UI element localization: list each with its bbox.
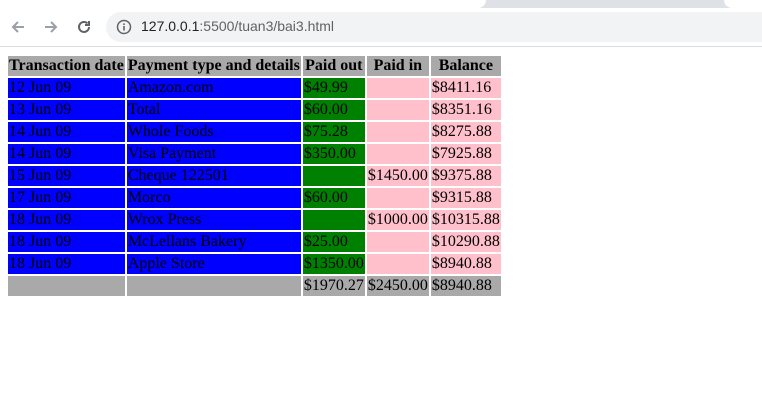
address-bar[interactable]: 127.0.0.1:5500/tuan3/bai3.html bbox=[106, 12, 762, 42]
cell-balance: $8351.16 bbox=[430, 100, 501, 120]
cell-paid-in bbox=[366, 232, 429, 252]
info-icon[interactable] bbox=[116, 19, 132, 35]
cell-paid-in bbox=[366, 100, 429, 120]
table-row: 12 Jun 09 Amazon.com $49.99 $8411.16 bbox=[8, 78, 501, 98]
cell-date: 18 Jun 09 bbox=[8, 232, 125, 252]
cell-details: Morco bbox=[126, 188, 301, 208]
cell-paid-out bbox=[302, 210, 365, 230]
cell-balance: $8275.88 bbox=[430, 122, 501, 142]
cell-total-details bbox=[126, 276, 301, 296]
cell-balance: $9375.88 bbox=[430, 166, 501, 186]
cell-date: 17 Jun 09 bbox=[8, 188, 125, 208]
cell-total-paid-in: $2450.00 bbox=[366, 276, 429, 296]
tab-strip bbox=[0, 0, 762, 8]
cell-total-date bbox=[8, 276, 125, 296]
cell-date: 18 Jun 09 bbox=[8, 210, 125, 230]
table-row: 15 Jun 09 Cheque 122501 $1450.00 $9375.8… bbox=[8, 166, 501, 186]
cell-paid-in bbox=[366, 78, 429, 98]
cell-paid-out: $49.99 bbox=[302, 78, 365, 98]
table-row: 18 Jun 09 Wrox Press $1000.00 $10315.88 bbox=[8, 210, 501, 230]
cell-paid-out bbox=[302, 166, 365, 186]
table-row: 14 Jun 09 Whole Foods $75.28 $8275.88 bbox=[8, 122, 501, 142]
browser-toolbar: 127.0.0.1:5500/tuan3/bai3.html bbox=[0, 8, 762, 46]
reload-icon bbox=[78, 20, 90, 33]
cell-total-balance: $8940.88 bbox=[430, 276, 501, 296]
cell-date: 15 Jun 09 bbox=[8, 166, 125, 186]
header-payment-details: Payment type and details bbox=[126, 56, 301, 76]
cell-details: Whole Foods bbox=[126, 122, 301, 142]
url-text[interactable]: 127.0.0.1:5500/tuan3/bai3.html bbox=[141, 18, 334, 34]
cell-paid-in bbox=[366, 144, 429, 164]
back-button[interactable] bbox=[8, 17, 28, 37]
arrow-right-icon bbox=[45, 21, 58, 33]
cell-date: 13 Jun 09 bbox=[8, 100, 125, 120]
cell-balance: $9315.88 bbox=[430, 188, 501, 208]
cell-details: McLellans Bakery bbox=[126, 232, 301, 252]
active-tab[interactable] bbox=[0, 0, 486, 8]
url-path: :5500/tuan3/bai3.html bbox=[199, 18, 335, 34]
forward-button[interactable] bbox=[41, 17, 61, 37]
cell-balance: $7925.88 bbox=[430, 144, 501, 164]
transactions-table: Transaction date Payment type and detail… bbox=[6, 54, 503, 298]
cell-details: Total bbox=[126, 100, 301, 120]
cell-details: Amazon.com bbox=[126, 78, 301, 98]
new-tab-area[interactable] bbox=[724, 0, 762, 8]
url-host: 127.0.0.1 bbox=[141, 18, 200, 34]
cell-details: Wrox Press bbox=[126, 210, 301, 230]
cell-balance: $8940.88 bbox=[430, 254, 501, 274]
cell-date: 14 Jun 09 bbox=[8, 122, 125, 142]
cell-date: 14 Jun 09 bbox=[8, 144, 125, 164]
table-row: 18 Jun 09 Apple Store $1350.00 $8940.88 bbox=[8, 254, 501, 274]
header-paid-out: Paid out bbox=[302, 56, 365, 76]
cell-date: 18 Jun 09 bbox=[8, 254, 125, 274]
cell-total-paid-out: $1970.27 bbox=[302, 276, 365, 296]
header-row: Transaction date Payment type and detail… bbox=[8, 56, 501, 76]
table-row: 17 Jun 09 Morco $60.00 $9315.88 bbox=[8, 188, 501, 208]
cell-paid-out: $25.00 bbox=[302, 232, 365, 252]
table-row: 14 Jun 09 Visa Payment $350.00 $7925.88 bbox=[8, 144, 501, 164]
header-balance: Balance bbox=[430, 56, 501, 76]
cell-paid-out: $75.28 bbox=[302, 122, 365, 142]
cell-balance: $10290.88 bbox=[430, 232, 501, 252]
header-transaction-date: Transaction date bbox=[8, 56, 125, 76]
cell-balance: $8411.16 bbox=[430, 78, 501, 98]
cell-paid-in bbox=[366, 122, 429, 142]
cell-paid-out: $60.00 bbox=[302, 100, 365, 120]
cell-details: Cheque 122501 bbox=[126, 166, 301, 186]
arrow-left-icon bbox=[11, 21, 24, 33]
browser-chrome: 127.0.0.1:5500/tuan3/bai3.html bbox=[0, 0, 762, 47]
cell-details: Apple Store bbox=[126, 254, 301, 274]
cell-details: Visa Payment bbox=[126, 144, 301, 164]
cell-paid-out: $1350.00 bbox=[302, 254, 365, 274]
cell-balance: $10315.88 bbox=[430, 210, 501, 230]
cell-paid-in bbox=[366, 254, 429, 274]
cell-paid-in bbox=[366, 188, 429, 208]
reload-button[interactable] bbox=[74, 17, 94, 37]
cell-paid-in: $1450.00 bbox=[366, 166, 429, 186]
totals-row: $1970.27 $2450.00 $8940.88 bbox=[8, 276, 501, 296]
header-paid-in: Paid in bbox=[366, 56, 429, 76]
cell-date: 12 Jun 09 bbox=[8, 78, 125, 98]
cell-paid-in: $1000.00 bbox=[366, 210, 429, 230]
cell-paid-out: $350.00 bbox=[302, 144, 365, 164]
table-row: 13 Jun 09 Total $60.00 $8351.16 bbox=[8, 100, 501, 120]
cell-paid-out: $60.00 bbox=[302, 188, 365, 208]
table-row: 18 Jun 09 McLellans Bakery $25.00 $10290… bbox=[8, 232, 501, 252]
